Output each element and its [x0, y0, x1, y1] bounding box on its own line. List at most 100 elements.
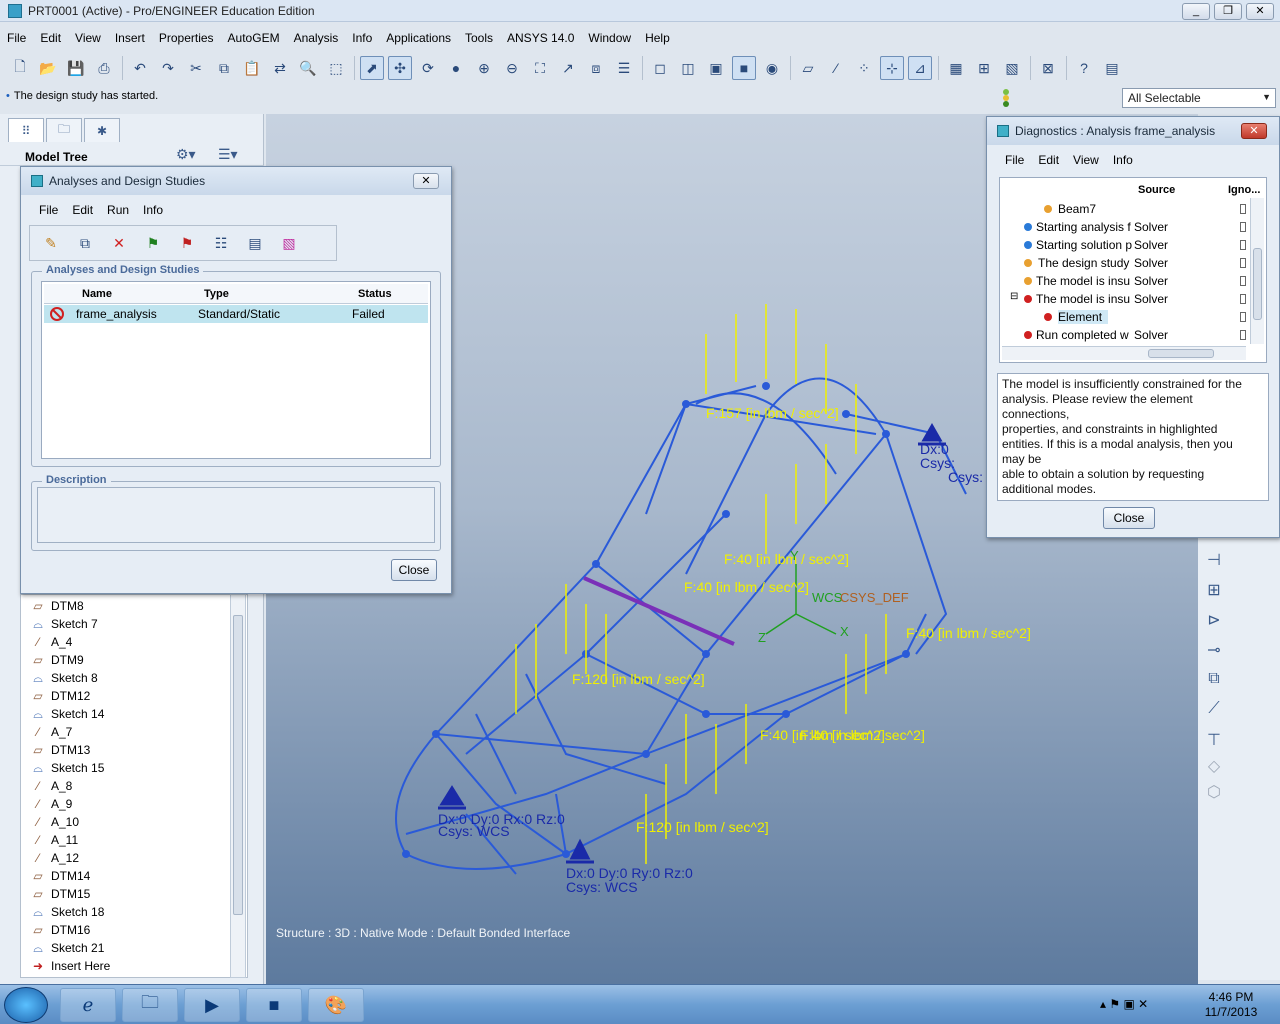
diag-menu-info[interactable]: Info — [1113, 153, 1133, 167]
proengineer-task-icon[interactable]: ■ — [246, 988, 302, 1022]
tree-item-insert-here[interactable]: ➜ Insert Here — [31, 957, 110, 975]
beam-icon[interactable]: ⊣ — [1202, 550, 1226, 574]
shading-sphere-icon[interactable]: ● — [444, 56, 468, 80]
model-tree-tab-icon[interactable]: ⠿ — [8, 118, 44, 142]
favorites-tab-icon[interactable]: ✱ — [84, 118, 120, 142]
tree-item[interactable]: ⁄ A_10 — [31, 813, 79, 831]
tray-icons[interactable]: ▴ ⚑ ▣ ✕ — [1100, 997, 1148, 1011]
zoom-out-icon[interactable]: ⊖ — [500, 56, 524, 80]
no-hidden-icon[interactable]: ▣ — [704, 56, 728, 80]
menu-insert[interactable]: Insert — [108, 31, 152, 45]
spin-center-icon[interactable]: ✣ — [388, 56, 412, 80]
start-button[interactable] — [4, 987, 48, 1023]
new-file-icon[interactable]: 🗋 — [8, 56, 32, 80]
column-ignore[interactable]: Igno... — [1228, 184, 1260, 196]
measure-icon[interactable]: ⟋ — [1202, 700, 1226, 724]
tree-item[interactable]: ⁄ A_9 — [31, 795, 72, 813]
assembly-icon[interactable]: ⊠ — [1036, 56, 1060, 80]
stop-flag-icon[interactable]: ⚑ — [174, 231, 200, 255]
diag-menu-file[interactable]: File — [1005, 153, 1024, 167]
ignore-checkbox[interactable] — [1240, 294, 1246, 304]
tree-item[interactable]: ⌓ Sketch 18 — [31, 903, 104, 921]
tree-item[interactable]: ⁄ A_7 — [31, 723, 72, 741]
column-source[interactable]: Source — [1138, 184, 1175, 196]
scrollbar-thumb[interactable] — [233, 615, 243, 915]
ignore-checkbox[interactable] — [1240, 330, 1246, 340]
diagnostic-row[interactable]: Element — [1000, 308, 1252, 326]
ignore-checkbox[interactable] — [1240, 222, 1246, 232]
edit-pencil-icon[interactable]: ✎ — [38, 231, 64, 255]
scrollbar-thumb[interactable] — [1148, 349, 1214, 358]
menu-ansys[interactable]: ANSYS 14.0 — [500, 31, 581, 45]
diagnostic-row[interactable]: Starting solution p Solver — [1000, 236, 1252, 254]
minimize-button[interactable]: _ — [1182, 3, 1210, 20]
menu-tools[interactable]: Tools — [458, 31, 500, 45]
fastener-icon[interactable]: ⊤ — [1202, 730, 1226, 754]
result-window-icon[interactable]: ▧ — [1000, 56, 1024, 80]
status-list-icon[interactable]: ☷ — [208, 231, 234, 255]
paste-icon[interactable]: 📋 — [240, 56, 264, 80]
analyses-menu-info[interactable]: Info — [143, 203, 163, 217]
close-icon[interactable]: ✕ — [413, 173, 439, 189]
diag-menu-view[interactable]: View — [1073, 153, 1099, 167]
tree-item[interactable]: ⁄ A_12 — [31, 849, 79, 867]
annotation-display-icon[interactable]: ⊿ — [908, 56, 932, 80]
ignore-checkbox[interactable] — [1240, 312, 1246, 322]
selection-filter-dropdown[interactable]: All Selectable ▼ — [1122, 88, 1276, 108]
diagnostic-row[interactable]: ⊟ The model is insu Solver — [1000, 290, 1252, 308]
internet-explorer-icon[interactable]: ℯ — [60, 988, 116, 1022]
repaint-icon[interactable]: ⬈ — [360, 56, 384, 80]
menu-file[interactable]: File — [0, 31, 33, 45]
menu-window[interactable]: Window — [581, 31, 638, 45]
system-clock[interactable]: 4:46 PM 11/7/2013 — [1196, 990, 1266, 1020]
datum-points-icon[interactable]: ⁘ — [852, 56, 876, 80]
column-name[interactable]: Name — [82, 288, 112, 300]
tree-item[interactable]: ▱ DTM15 — [31, 885, 90, 903]
diagnostic-row[interactable]: Beam7 — [1000, 200, 1252, 218]
cut-icon[interactable]: ✂ — [184, 56, 208, 80]
run-flag-icon[interactable]: ⚑ — [140, 231, 166, 255]
horizontal-scrollbar[interactable] — [1002, 346, 1246, 360]
close-button[interactable]: Close — [1103, 507, 1155, 529]
redo-icon[interactable]: ↷ — [156, 56, 180, 80]
ignore-checkbox[interactable] — [1240, 258, 1246, 268]
scrollbar-thumb[interactable] — [1253, 248, 1262, 320]
save-icon[interactable]: 💾 — [64, 56, 88, 80]
datum-planes-icon[interactable]: ▱ — [796, 56, 820, 80]
report-icon[interactable]: ▤ — [1100, 56, 1124, 80]
tree-item[interactable]: ⌓ Sketch 14 — [31, 705, 104, 723]
hidden-line-icon[interactable]: ◫ — [676, 56, 700, 80]
close-window-button[interactable]: ✕ — [1246, 3, 1274, 20]
saved-views-icon[interactable]: ⧈ — [584, 56, 608, 80]
shading-icon[interactable]: ■ — [732, 56, 756, 80]
delete-icon[interactable]: ✕ — [106, 231, 132, 255]
close-button[interactable]: Close — [391, 559, 437, 581]
diag-menu-edit[interactable]: Edit — [1038, 153, 1059, 167]
tree-item[interactable]: ▱ DTM12 — [31, 687, 90, 705]
menu-view[interactable]: View — [68, 31, 108, 45]
column-status[interactable]: Status — [358, 288, 392, 300]
review-results-icon[interactable]: ▤ — [242, 231, 268, 255]
diagnostic-row[interactable]: The model is insu Solver — [1000, 272, 1252, 290]
weld-icon[interactable]: ⧉ — [1202, 670, 1226, 694]
csys-display-icon[interactable]: ⊹ — [880, 56, 904, 80]
layers-icon[interactable]: ☰ — [612, 56, 636, 80]
media-player-icon[interactable]: ▶ — [184, 988, 240, 1022]
paint-icon[interactable]: 🎨 — [308, 988, 364, 1022]
tree-item[interactable]: ⌓ Sketch 8 — [31, 669, 97, 687]
tree-item[interactable]: ▱ DTM14 — [31, 867, 90, 885]
analyses-menu-file[interactable]: File — [39, 203, 58, 217]
tree-filter-icon[interactable]: ☰▾ — [218, 146, 238, 163]
model-structure-icon[interactable]: ⊞ — [972, 56, 996, 80]
tree-item[interactable]: ▱ DTM16 — [31, 921, 90, 939]
diagnostic-row[interactable]: Run completed w Solver — [1000, 326, 1252, 344]
column-type[interactable]: Type — [204, 288, 229, 300]
copy-icon[interactable]: ⧉ — [72, 231, 98, 255]
diagnostic-row[interactable]: The design study Solver — [1000, 254, 1252, 272]
ignore-checkbox[interactable] — [1240, 204, 1246, 214]
tree-item[interactable]: ⌓ Sketch 21 — [31, 939, 104, 957]
ignore-checkbox[interactable] — [1240, 276, 1246, 286]
tree-item[interactable]: ⌓ Sketch 15 — [31, 759, 104, 777]
tree-item[interactable]: ⁄ A_4 — [31, 633, 72, 651]
mesh-display-icon[interactable]: ▦ — [944, 56, 968, 80]
